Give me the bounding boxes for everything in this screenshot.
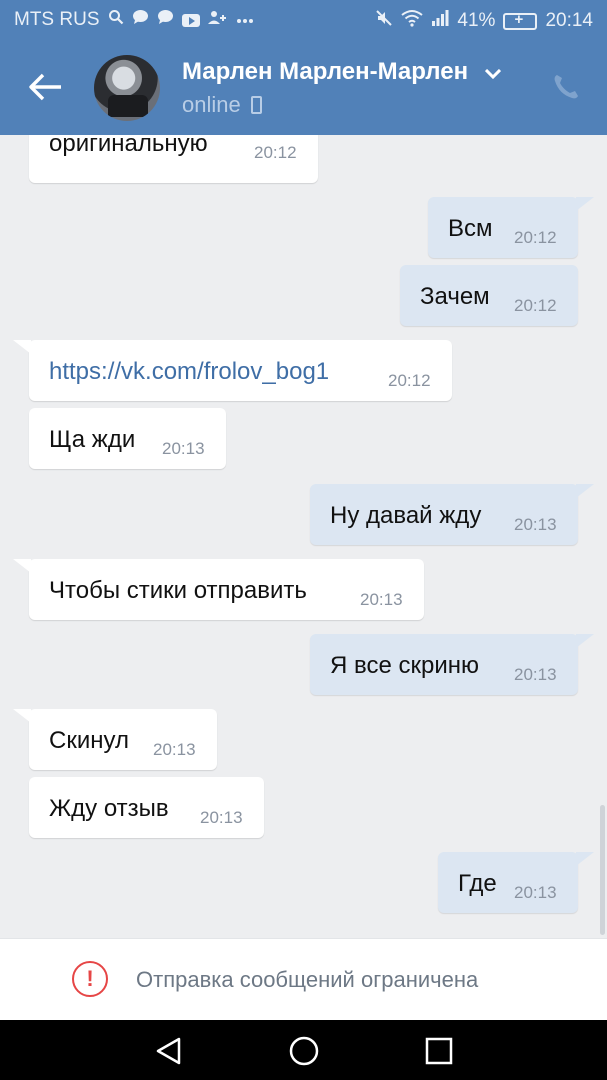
message-text: Зачем [420,283,490,310]
carrier-label: MTS RUS [14,9,100,30]
message-text: Жду отзыв [49,795,169,822]
message-time: 20:13 [200,808,243,827]
avatar[interactable] [94,55,160,121]
message-time: 20:13 [360,590,403,609]
restriction-text: Отправка сообщений ограничена [136,967,479,992]
chat-icon [132,9,149,31]
message-time: 20:13 [514,515,557,534]
clock: 20:14 [545,10,593,31]
message-outgoing[interactable]: Ну давай жду 20:13 [310,484,594,545]
recents-square-icon[interactable] [422,1034,456,1068]
system-navigation-bar [0,1020,607,1080]
chat-icon [157,9,174,31]
message-time: 20:13 [162,439,205,458]
message-incoming[interactable]: Чтобы стики отправить 20:13 [13,559,424,620]
message-text: Я все скриню [330,652,480,679]
message-list[interactable]: оригинальную 20:12 Всм 20:12 Зачем 20:12… [0,135,607,938]
message-incoming[interactable]: оригинальную 20:12 [29,135,318,183]
back-triangle-icon[interactable] [152,1034,186,1068]
message-outgoing[interactable]: Я все скриню 20:13 [310,634,594,695]
message-text: оригинальную [49,135,208,157]
status-bar: MTS RUS 41% 20:14 [0,0,607,40]
youtube-icon [181,13,200,27]
message-link[interactable]: https://vk.com/frolov_bog1 [49,360,329,384]
more-icon [236,10,254,30]
message-outgoing[interactable]: Всм 20:12 [428,197,594,258]
battery-percent: 41% [457,10,496,31]
message-time: 20:12 [254,143,297,162]
message-text: Где [458,870,497,897]
message-text: Ну давай жду [330,502,482,529]
chat-header: Марлен Марлен-Марлен online [0,40,607,135]
message-time: 20:13 [514,665,557,684]
chevron-down-icon[interactable] [484,58,501,86]
message-text: Чтобы стики отправить [49,577,307,604]
warning-icon: ! [72,961,108,997]
messaging-restricted-bar: ! Отправка сообщений ограничена [0,938,607,1020]
message-incoming[interactable]: Ща жди 20:13 [29,408,226,469]
message-time: 20:12 [514,228,557,247]
message-incoming[interactable]: https://vk.com/frolov_bog1 20:12 [13,340,452,401]
message-text: Ща жди [49,426,136,453]
message-time: 20:12 [514,296,557,315]
signal-icon [431,9,449,33]
message-text: Скинул [49,727,129,754]
battery-icon [503,11,538,30]
home-circle-icon[interactable] [287,1034,321,1068]
mobile-device-icon [250,96,262,114]
message-text: Всм [448,215,493,242]
wifi-icon [401,9,424,33]
search-icon [108,9,124,31]
status-bar-left: MTS RUS [14,9,254,31]
message-incoming[interactable]: Скинул 20:13 [13,709,217,770]
phone-call-icon[interactable] [551,72,581,102]
message-outgoing[interactable]: Зачем 20:12 [400,265,578,326]
contact-name-text: Марлен Марлен-Марлен [182,58,469,85]
message-time: 20:13 [153,740,196,759]
add-person-icon [207,9,228,31]
message-outgoing[interactable]: Где 20:13 [438,852,594,913]
message-time: 20:13 [514,883,557,902]
message-incoming[interactable]: Жду отзыв 20:13 [29,777,264,838]
contact-name[interactable]: Марлен Марлен-Марлен [182,58,501,86]
presence-text: online [182,92,241,117]
back-arrow-icon[interactable] [28,72,64,102]
scrollbar[interactable] [600,805,605,935]
mute-icon [375,9,393,33]
message-time: 20:12 [388,371,431,390]
status-bar-right: 41% 20:14 [375,9,593,33]
presence-status: online [182,92,262,118]
